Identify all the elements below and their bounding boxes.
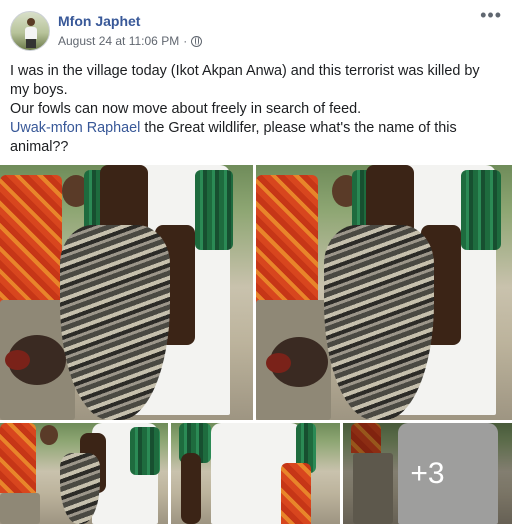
post-line-1: I was in the village today (Ikot Akpan A…	[10, 63, 480, 98]
post-header: Mfon Japhet August 24 at 11:06 PM · •••	[0, 0, 512, 52]
author-name[interactable]: Mfon Japhet	[58, 13, 140, 29]
globe-icon[interactable]	[191, 35, 203, 47]
photo-1[interactable]	[0, 165, 253, 420]
more-photos-count: +3	[410, 456, 445, 490]
mention-link[interactable]: Uwak-mfon Raphael	[10, 120, 140, 136]
post-meta: August 24 at 11:06 PM ·	[58, 34, 203, 48]
avatar[interactable]	[10, 11, 50, 51]
avatar-figure	[25, 18, 37, 48]
post-line-3: Uwak-mfon Raphael the Great wildlifer, p…	[10, 119, 502, 157]
photo-grid: +3	[0, 165, 512, 524]
meta-separator: ·	[183, 34, 188, 48]
more-photos-overlay[interactable]: +3	[343, 423, 512, 524]
photo-5[interactable]: +3	[343, 423, 512, 524]
post-timestamp[interactable]: August 24 at 11:06 PM	[58, 34, 179, 48]
photo-4[interactable]	[171, 423, 340, 524]
post-line-2: Our fowls can now move about freely in s…	[10, 101, 362, 117]
photo-2[interactable]	[256, 165, 512, 420]
post-text: I was in the village today (Ikot Akpan A…	[10, 62, 502, 157]
more-options-icon[interactable]: •••	[480, 6, 502, 24]
photo-3[interactable]	[0, 423, 168, 524]
